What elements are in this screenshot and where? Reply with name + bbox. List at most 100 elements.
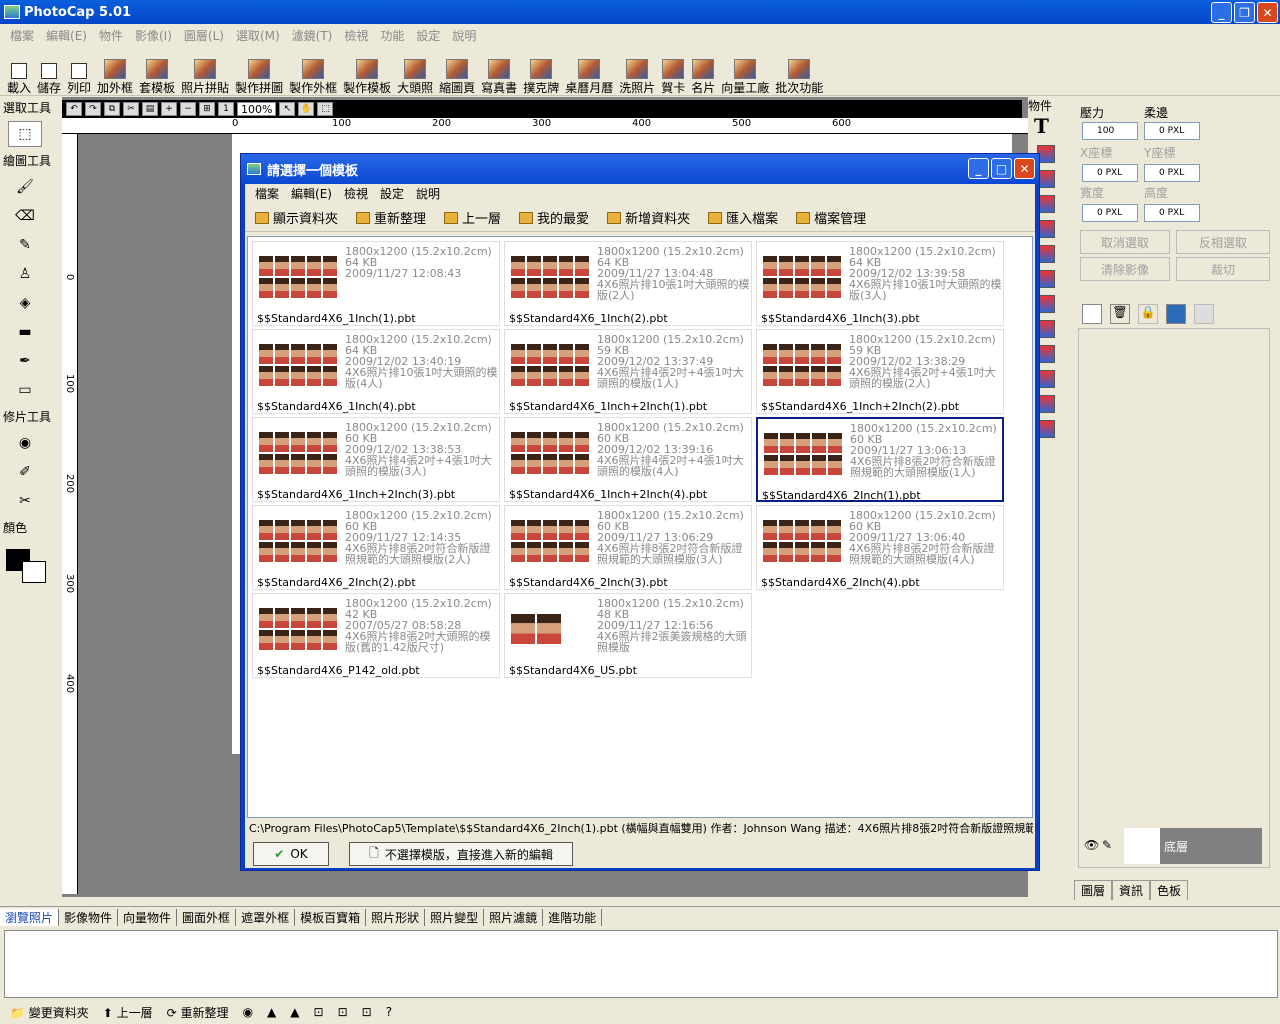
crop-button[interactable]: 裁切 <box>1176 257 1270 281</box>
eye-icon[interactable]: 👁 <box>1084 838 1099 852</box>
toolbar-button[interactable]: 賀卡 <box>658 47 688 95</box>
toolbar-button[interactable]: 名片 <box>688 47 718 95</box>
background-color-swatch[interactable] <box>22 561 46 583</box>
dialog-tool-button[interactable]: 新增資料夾 <box>607 208 690 227</box>
bottom-tab[interactable]: 照片濾鏡 <box>484 909 544 926</box>
menu-item[interactable]: 濾鏡(T) <box>286 27 339 44</box>
menu-item[interactable]: 設定 <box>410 27 446 44</box>
shape-tool[interactable]: ▭ <box>8 377 42 403</box>
thumb-large-icon[interactable]: ⊡ <box>362 1005 372 1019</box>
redo-icon[interactable]: ↷ <box>85 102 101 116</box>
template-card[interactable]: 1800x1200 (15.2x10.2cm) 60 KB 2009/11/27 1… <box>252 505 500 590</box>
template-card[interactable]: 1800x1200 (15.2x10.2cm) 60 KB 2009/12/02 1… <box>252 417 500 502</box>
bottom-tab[interactable]: 模板百寶箱 <box>295 909 367 926</box>
template-card[interactable]: 1800x1200 (15.2x10.2cm) 59 KB 2009/12/02 1… <box>504 329 752 414</box>
softness-spinner[interactable]: 0 PXL <box>1144 122 1200 140</box>
bottom-tab[interactable]: 影像物件 <box>59 909 119 926</box>
bottom-tab[interactable]: 瀏覽照片 <box>0 909 60 926</box>
sort-desc-icon[interactable]: ▲ <box>290 1005 299 1019</box>
toolbar-button[interactable]: 製作拼圖 <box>232 47 286 95</box>
cut-icon[interactable]: ✂ <box>123 102 139 116</box>
x-coord-input[interactable]: 0 PXL <box>1082 164 1138 182</box>
dialog-tool-button[interactable]: 檔案管理 <box>796 208 866 227</box>
deselect-button[interactable]: 取消選取 <box>1080 230 1170 254</box>
template-card[interactable]: 1800x1200 (15.2x10.2cm) 60 KB 2009/11/27 1… <box>756 417 1004 502</box>
thumb-medium-icon[interactable]: ⊡ <box>338 1005 348 1019</box>
bottom-tab[interactable]: 進階功能 <box>543 909 603 926</box>
bottom-tab[interactable]: 照片形狀 <box>366 909 426 926</box>
dialog-menu-item[interactable]: 檔案 <box>249 185 285 202</box>
text-object-icon[interactable]: T <box>1028 114 1066 138</box>
new-layer-icon[interactable] <box>1082 304 1102 324</box>
change-folder-button[interactable]: 📁 變更資料夾 <box>10 1004 89 1021</box>
dialog-tool-button[interactable]: 匯入檔案 <box>708 208 778 227</box>
zoom-out-icon[interactable]: − <box>180 102 196 116</box>
template-card[interactable]: 1800x1200 (15.2x10.2cm) 42 KB 2007/05/27 0… <box>252 593 500 678</box>
ok-button[interactable]: ✔ OK <box>253 842 329 866</box>
dialog-tool-button[interactable]: 顯示資料夾 <box>255 208 338 227</box>
minimize-button[interactable]: _ <box>1211 2 1232 23</box>
height-input[interactable]: 0 PXL <box>1144 204 1200 222</box>
toolbar-button[interactable]: 批次功能 <box>772 47 826 95</box>
menu-item[interactable]: 影像(I) <box>129 27 178 44</box>
undo-icon[interactable]: ↶ <box>66 102 82 116</box>
dialog-tool-button[interactable]: 重新整理 <box>356 208 426 227</box>
zoom-in-icon[interactable]: + <box>161 102 177 116</box>
menu-item[interactable]: 檔案 <box>4 27 40 44</box>
right-tab[interactable]: 圖層 <box>1074 880 1113 900</box>
menu-item[interactable]: 圖層(L) <box>178 27 230 44</box>
delete-layer-icon[interactable]: 🗑 <box>1110 304 1130 324</box>
toolbar-button[interactable]: 照片拼貼 <box>178 47 232 95</box>
redeye-tool[interactable]: ◉ <box>8 430 42 456</box>
dialog-maximize-button[interactable]: □ <box>991 158 1012 179</box>
menu-item[interactable]: 編輯(E) <box>40 27 93 44</box>
dialog-tool-button[interactable]: 上一層 <box>444 208 501 227</box>
eraser-tool[interactable]: ⌫ <box>8 203 42 229</box>
menu-item[interactable]: 檢視 <box>338 27 374 44</box>
toolbar-button[interactable]: 寫真書 <box>478 47 520 95</box>
eyedropper-tool[interactable]: ✒ <box>8 348 42 374</box>
template-card[interactable]: 1800x1200 (15.2x10.2cm) 64 KB 2009/11/27 1… <box>252 241 500 326</box>
toolbar-button[interactable]: 製作模板 <box>340 47 394 95</box>
width-input[interactable]: 0 PXL <box>1082 204 1138 222</box>
toolbar-button[interactable]: 列印 <box>64 47 94 95</box>
toolbar-button[interactable]: 桌曆月曆 <box>562 47 616 95</box>
toolbar-button[interactable]: 縮圖頁 <box>436 47 478 95</box>
toolbar-button[interactable]: 洗照片 <box>616 47 658 95</box>
dialog-menu-item[interactable]: 設定 <box>374 185 410 202</box>
sort-asc-icon[interactable]: ▲ <box>267 1005 276 1019</box>
right-tab[interactable]: 資訊 <box>1112 880 1151 900</box>
template-card[interactable]: 1800x1200 (15.2x10.2cm) 60 KB 2009/12/02 1… <box>504 417 752 502</box>
toolbar-button[interactable]: 大頭照 <box>394 47 436 95</box>
skip-template-button[interactable]: 🗋 不選擇模版，直接進入新的編輯 <box>349 842 573 866</box>
layer-image-icon[interactable] <box>1166 304 1186 324</box>
hand-icon[interactable]: ✋ <box>298 102 315 116</box>
template-card[interactable]: 1800x1200 (15.2x10.2cm) 64 KB 2009/12/02 1… <box>252 329 500 414</box>
toolbar-button[interactable]: 製作外框 <box>286 47 340 95</box>
marquee-icon[interactable]: ⬚ <box>317 102 334 116</box>
lock-layer-icon[interactable]: 🔒 <box>1138 304 1158 324</box>
template-card[interactable]: 1800x1200 (15.2x10.2cm) 64 KB 2009/12/02 1… <box>756 241 1004 326</box>
actual-size-icon[interactable]: 1 <box>218 102 234 116</box>
merge-layer-icon[interactable] <box>1194 304 1214 324</box>
pointer-icon[interactable]: ↖ <box>279 102 296 116</box>
menu-item[interactable]: 物件 <box>93 27 129 44</box>
dialog-minimize-button[interactable]: _ <box>968 158 989 179</box>
clone-tool[interactable]: ✂ <box>8 488 42 514</box>
thumb-small-icon[interactable]: ⊡ <box>314 1005 324 1019</box>
rect-select-tool[interactable]: ⬚ <box>8 121 42 147</box>
toolbar-button[interactable]: 撲克牌 <box>520 47 562 95</box>
dialog-menu-item[interactable]: 編輯(E) <box>285 185 338 202</box>
toolbar-button[interactable]: 套模板 <box>136 47 178 95</box>
bottom-tab[interactable]: 圖面外框 <box>177 909 237 926</box>
pressure-spinner[interactable]: 100 <box>1082 122 1138 140</box>
bottom-tab[interactable]: 遮罩外框 <box>236 909 296 926</box>
template-card[interactable]: 1800x1200 (15.2x10.2cm) 59 KB 2009/12/02 1… <box>756 329 1004 414</box>
help-icon[interactable]: ? <box>386 1005 392 1019</box>
dialog-menu-item[interactable]: 檢視 <box>338 185 374 202</box>
toolbar-button[interactable]: 儲存 <box>34 47 64 95</box>
layer-row[interactable]: 底層 <box>1124 828 1262 864</box>
refresh-button[interactable]: ⟳ 重新整理 <box>167 1004 229 1021</box>
stamp-tool[interactable]: ♙ <box>8 261 42 287</box>
view-icon[interactable]: ◉ <box>243 1005 253 1019</box>
